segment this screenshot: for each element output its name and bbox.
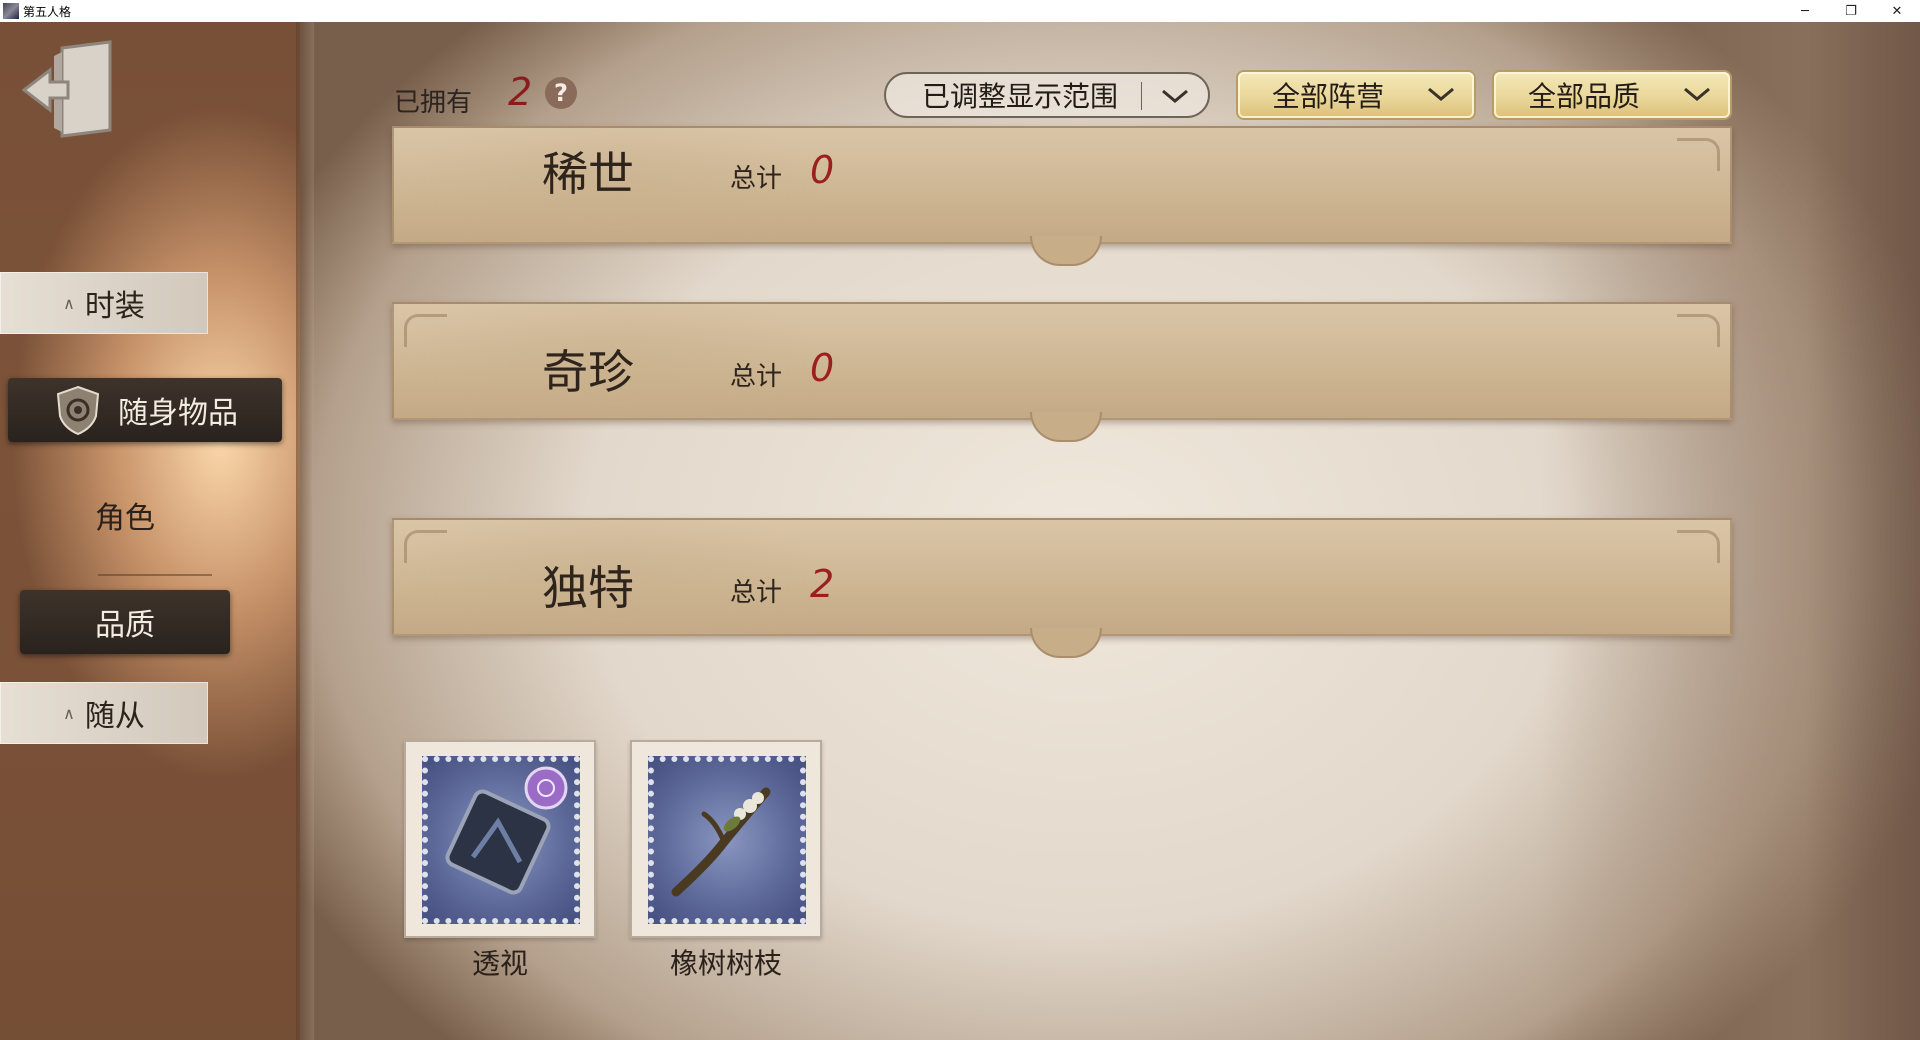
category-name: 稀世 [542,147,634,201]
minimize-button[interactable]: ─ [1782,0,1828,22]
chevron-down-icon [1428,87,1454,101]
sidebar-item-accessories-label: 随身物品 [118,396,238,431]
sidebar-divider [98,574,212,576]
category-banner-rare[interactable]: 稀世 总计 0 [392,126,1732,266]
restore-button[interactable]: ❐ [1828,0,1874,22]
quality-dropdown-label: 全部品质 [1528,80,1641,113]
quality-dropdown[interactable]: 全部品质 [1494,72,1730,118]
tab-fashion-label: 时装 [84,289,145,324]
banner-ornament [1677,314,1720,347]
owned-count: 2 [508,70,533,114]
app-icon [3,3,19,19]
banner-ornament [1677,530,1720,563]
banner-ornament [1677,138,1720,171]
caret-up-icon: ∧ [63,703,75,723]
chevron-down-icon [1684,87,1710,101]
category-total-label: 总计 [730,362,783,392]
close-button[interactable]: ✕ [1874,0,1920,22]
title-bar: 第五人格 ─ ❐ ✕ [0,0,1920,22]
category-total-value: 0 [810,346,835,390]
item-card-perspective[interactable] [404,740,596,938]
dropdown-separator [1141,82,1142,110]
item-card-oak-branch[interactable] [630,740,822,938]
banner-ornament [404,314,447,347]
tab-follower-label: 随从 [84,699,145,734]
display-range-dropdown[interactable]: 已调整显示范围 [884,72,1210,118]
caret-up-icon: ∧ [63,293,75,313]
category-total-label: 总计 [730,578,783,608]
category-name: 独特 [542,561,634,615]
category-total-value: 0 [810,148,835,192]
tab-fashion[interactable]: ∧ 时装 [0,272,208,334]
banner-ornament [404,530,447,563]
exit-button[interactable] [20,40,116,138]
display-range-label: 已调整显示范围 [922,80,1119,113]
item-label-perspective: 透视 [471,947,528,980]
exit-door-icon [21,40,112,138]
shield-emblem-icon [56,385,100,436]
item-stamp-frame [422,756,580,924]
help-icon[interactable]: ? [545,77,577,109]
sidebar-item-character[interactable]: 角色 [40,488,210,542]
camp-dropdown-label: 全部阵营 [1272,80,1385,113]
category-name: 奇珍 [542,345,634,399]
app-window: 第五人格 ─ ❐ ✕ ∧ 时装 随身物品 角色 品质 ∧ 随从 已拥有 2 ? … [0,0,1920,1040]
sidebar-item-quality[interactable]: 品质 [20,590,230,654]
chevron-down-icon [1162,89,1188,103]
sidebar-item-character-label: 角色 [95,501,155,536]
window-title: 第五人格 [23,4,72,19]
camp-dropdown[interactable]: 全部阵营 [1238,72,1474,118]
tab-follower[interactable]: ∧ 随从 [0,682,208,744]
sidebar-item-accessories[interactable]: 随身物品 [8,378,282,442]
category-banner-unique[interactable]: 独特 总计 2 [392,518,1732,658]
card-scope-icon [445,766,568,895]
item-stamp-frame [648,756,806,924]
category-total-label: 总计 [730,164,783,194]
sidebar-item-quality-label: 品质 [95,608,155,643]
owned-label: 已拥有 [394,88,473,118]
item-label-oak-branch: 橡树树枝 [669,947,782,980]
sidebar-edge [296,22,314,1040]
oak-branch-icon [671,787,771,897]
category-banner-treasure[interactable]: 奇珍 总计 0 [392,302,1732,442]
category-total-value: 2 [810,562,835,606]
